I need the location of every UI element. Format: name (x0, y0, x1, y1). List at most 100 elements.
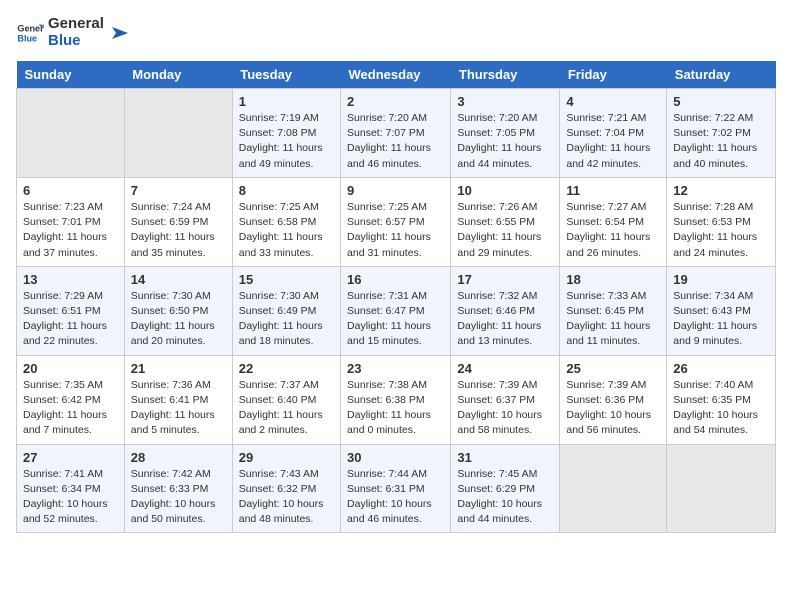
day-header-sunday: Sunday (17, 61, 125, 89)
day-info: Sunrise: 7:36 AM Sunset: 6:41 PM Dayligh… (131, 378, 226, 439)
svg-text:Blue: Blue (17, 33, 37, 43)
day-number: 23 (347, 361, 444, 376)
calendar-cell: 14Sunrise: 7:30 AM Sunset: 6:50 PM Dayli… (124, 266, 232, 355)
day-number: 20 (23, 361, 118, 376)
day-info: Sunrise: 7:39 AM Sunset: 6:36 PM Dayligh… (566, 378, 660, 439)
day-info: Sunrise: 7:42 AM Sunset: 6:33 PM Dayligh… (131, 467, 226, 528)
calendar-cell: 19 Sunrise: 7:34 AM Sunset: 6:43 PM Dayli… (667, 266, 776, 355)
day-number: 5 (673, 94, 769, 109)
day-header-monday: Monday (124, 61, 232, 89)
day-info: Sunrise: 7:39 AM Sunset: 6:37 PM Dayligh… (457, 378, 553, 439)
day-number: 10 (457, 183, 553, 198)
day-number: 1 (239, 94, 334, 109)
calendar-cell: 3Sunrise: 7:20 AM Sunset: 7:05 PM Daylig… (451, 89, 560, 178)
day-info: Sunrise: 7:29 AM Sunset: 6:51 PM Dayligh… (23, 289, 118, 350)
day-number: 19 (673, 272, 769, 287)
week-row-0: 1 Sunrise: 7:19 AM Sunset: 7:08 PM Daylig… (17, 89, 776, 178)
calendar-cell (17, 89, 125, 178)
calendar-cell: 17Sunrise: 7:32 AM Sunset: 6:46 PM Dayli… (451, 266, 560, 355)
calendar-cell: 11Sunrise: 7:27 AM Sunset: 6:54 PM Dayli… (560, 177, 667, 266)
week-row-2: 13 Sunrise: 7:29 AM Sunset: 6:51 PM Dayli… (17, 266, 776, 355)
day-info: Sunrise: 7:23 AM Sunset: 7:01 PM Dayligh… (23, 200, 118, 261)
day-number: 26 (673, 361, 769, 376)
calendar-cell: 21 Sunrise: 7:36 AM Sunset: 6:41 PM Dayli… (124, 355, 232, 444)
day-header-tuesday: Tuesday (232, 61, 340, 89)
calendar-cell: 1 Sunrise: 7:19 AM Sunset: 7:08 PM Daylig… (232, 89, 340, 178)
day-number: 29 (239, 450, 334, 465)
day-number: 24 (457, 361, 553, 376)
calendar-cell: 23 Sunrise: 7:38 AM Sunset: 6:38 PM Dayli… (341, 355, 451, 444)
day-info: Sunrise: 7:25 AM Sunset: 6:57 PM Dayligh… (347, 200, 444, 261)
day-info: Sunrise: 7:38 AM Sunset: 6:38 PM Dayligh… (347, 378, 444, 439)
day-info: Sunrise: 7:45 AM Sunset: 6:29 PM Dayligh… (457, 467, 553, 528)
calendar-cell: 18 Sunrise: 7:33 AM Sunset: 6:45 PM Dayli… (560, 266, 667, 355)
day-number: 31 (457, 450, 553, 465)
day-info: Sunrise: 7:19 AM Sunset: 7:08 PM Dayligh… (239, 111, 334, 172)
day-info: Sunrise: 7:44 AM Sunset: 6:31 PM Dayligh… (347, 467, 444, 528)
calendar-cell: 28 Sunrise: 7:42 AM Sunset: 6:33 PM Dayli… (124, 444, 232, 533)
logo-icon: General Blue (16, 19, 44, 47)
day-number: 9 (347, 183, 444, 198)
day-info: Sunrise: 7:30 AM Sunset: 6:50 PM Dayligh… (131, 289, 226, 350)
calendar-cell (560, 444, 667, 533)
day-number: 21 (131, 361, 226, 376)
week-row-4: 27Sunrise: 7:41 AM Sunset: 6:34 PM Dayli… (17, 444, 776, 533)
week-row-1: 6 Sunrise: 7:23 AM Sunset: 7:01 PM Daylig… (17, 177, 776, 266)
day-number: 8 (239, 183, 334, 198)
day-info: Sunrise: 7:25 AM Sunset: 6:58 PM Dayligh… (239, 200, 334, 261)
day-number: 4 (566, 94, 660, 109)
calendar-cell: 5 Sunrise: 7:22 AM Sunset: 7:02 PM Daylig… (667, 89, 776, 178)
day-info: Sunrise: 7:22 AM Sunset: 7:02 PM Dayligh… (673, 111, 769, 172)
days-header-row: SundayMondayTuesdayWednesdayThursdayFrid… (17, 61, 776, 89)
calendar-cell: 9 Sunrise: 7:25 AM Sunset: 6:57 PM Daylig… (341, 177, 451, 266)
calendar-cell: 24 Sunrise: 7:39 AM Sunset: 6:37 PM Dayli… (451, 355, 560, 444)
calendar-cell: 12Sunrise: 7:28 AM Sunset: 6:53 PM Dayli… (667, 177, 776, 266)
calendar-cell: 22 Sunrise: 7:37 AM Sunset: 6:40 PM Dayli… (232, 355, 340, 444)
day-number: 25 (566, 361, 660, 376)
calendar-cell: 30 Sunrise: 7:44 AM Sunset: 6:31 PM Dayli… (341, 444, 451, 533)
calendar-cell: 27Sunrise: 7:41 AM Sunset: 6:34 PM Dayli… (17, 444, 125, 533)
calendar-cell: 2 Sunrise: 7:20 AM Sunset: 7:07 PM Daylig… (341, 89, 451, 178)
day-number: 28 (131, 450, 226, 465)
day-number: 3 (457, 94, 553, 109)
calendar-cell (667, 444, 776, 533)
day-info: Sunrise: 7:31 AM Sunset: 6:47 PM Dayligh… (347, 289, 444, 350)
calendar-cell: 20 Sunrise: 7:35 AM Sunset: 6:42 PM Dayli… (17, 355, 125, 444)
day-info: Sunrise: 7:32 AM Sunset: 6:46 PM Dayligh… (457, 289, 553, 350)
day-info: Sunrise: 7:35 AM Sunset: 6:42 PM Dayligh… (23, 378, 118, 439)
day-info: Sunrise: 7:26 AM Sunset: 6:55 PM Dayligh… (457, 200, 553, 261)
calendar-cell: 29 Sunrise: 7:43 AM Sunset: 6:32 PM Dayli… (232, 444, 340, 533)
day-info: Sunrise: 7:33 AM Sunset: 6:45 PM Dayligh… (566, 289, 660, 350)
logo: General Blue General Blue (16, 16, 128, 49)
logo-line2: Blue (48, 33, 104, 50)
day-info: Sunrise: 7:27 AM Sunset: 6:54 PM Dayligh… (566, 200, 660, 261)
day-info: Sunrise: 7:30 AM Sunset: 6:49 PM Dayligh… (239, 289, 334, 350)
calendar-cell: 10 Sunrise: 7:26 AM Sunset: 6:55 PM Dayli… (451, 177, 560, 266)
header: General Blue General Blue (16, 16, 776, 49)
day-header-thursday: Thursday (451, 61, 560, 89)
day-info: Sunrise: 7:41 AM Sunset: 6:34 PM Dayligh… (23, 467, 118, 528)
day-info: Sunrise: 7:43 AM Sunset: 6:32 PM Dayligh… (239, 467, 334, 528)
calendar-cell: 31 Sunrise: 7:45 AM Sunset: 6:29 PM Dayli… (451, 444, 560, 533)
logo-arrow-icon (108, 23, 128, 43)
day-number: 30 (347, 450, 444, 465)
day-header-friday: Friday (560, 61, 667, 89)
day-number: 18 (566, 272, 660, 287)
day-info: Sunrise: 7:37 AM Sunset: 6:40 PM Dayligh… (239, 378, 334, 439)
calendar-cell: 7Sunrise: 7:24 AM Sunset: 6:59 PM Daylig… (124, 177, 232, 266)
calendar-cell: 16Sunrise: 7:31 AM Sunset: 6:47 PM Dayli… (341, 266, 451, 355)
day-number: 13 (23, 272, 118, 287)
day-info: Sunrise: 7:34 AM Sunset: 6:43 PM Dayligh… (673, 289, 769, 350)
day-header-wednesday: Wednesday (341, 61, 451, 89)
day-info: Sunrise: 7:40 AM Sunset: 6:35 PM Dayligh… (673, 378, 769, 439)
calendar-cell: 15 Sunrise: 7:30 AM Sunset: 6:49 PM Dayli… (232, 266, 340, 355)
day-number: 22 (239, 361, 334, 376)
calendar-cell: 13 Sunrise: 7:29 AM Sunset: 6:51 PM Dayli… (17, 266, 125, 355)
day-info: Sunrise: 7:20 AM Sunset: 7:07 PM Dayligh… (347, 111, 444, 172)
calendar-cell: 6 Sunrise: 7:23 AM Sunset: 7:01 PM Daylig… (17, 177, 125, 266)
day-number: 6 (23, 183, 118, 198)
calendar-cell: 8 Sunrise: 7:25 AM Sunset: 6:58 PM Daylig… (232, 177, 340, 266)
day-number: 2 (347, 94, 444, 109)
day-number: 15 (239, 272, 334, 287)
week-row-3: 20 Sunrise: 7:35 AM Sunset: 6:42 PM Dayli… (17, 355, 776, 444)
